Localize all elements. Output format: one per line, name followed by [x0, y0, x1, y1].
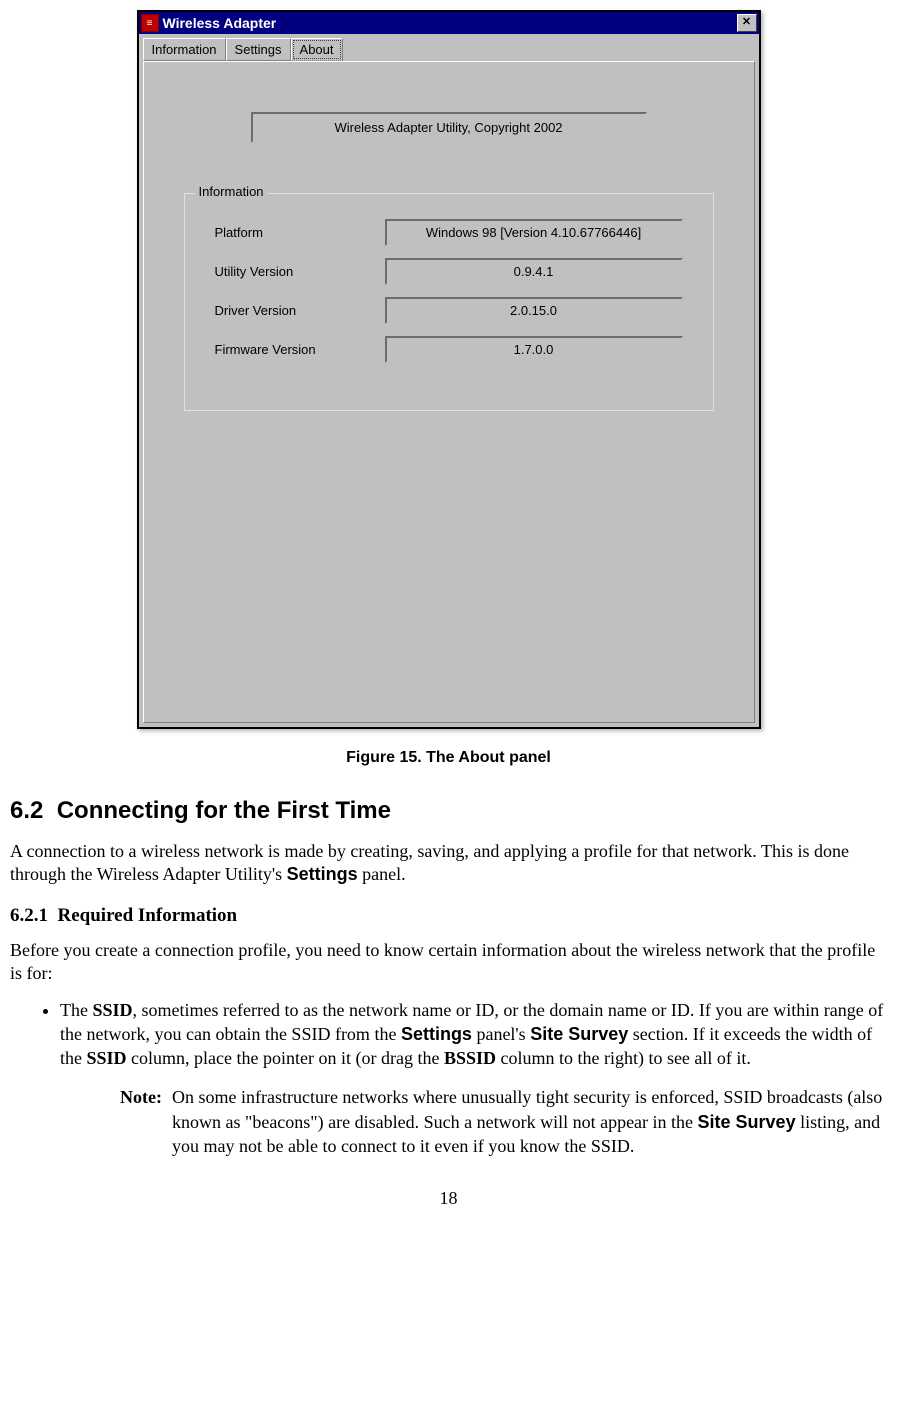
info-row-platform: Platform Windows 98 [Version 4.10.677664…: [215, 219, 683, 246]
section-number: 6.2: [10, 797, 43, 824]
value-platform: Windows 98 [Version 4.10.67766446]: [385, 219, 683, 246]
app-icon: ≡: [141, 14, 159, 32]
section-title: Connecting for the First Time: [57, 797, 391, 824]
bold-settings: Settings: [287, 864, 358, 884]
titlebar: ≡ Wireless Adapter ✕: [139, 12, 759, 34]
info-row-driver: Driver Version 2.0.15.0: [215, 297, 683, 324]
close-button[interactable]: ✕: [737, 14, 757, 32]
value-firmware: 1.7.0.0: [385, 336, 683, 363]
label-driver: Driver Version: [215, 303, 385, 318]
copyright-text: Wireless Adapter Utility, Copyright 2002: [251, 112, 647, 143]
note-text: On some infrastructure networks where un…: [172, 1085, 887, 1158]
subsection-heading: 6.2.1 Required Information: [10, 905, 887, 927]
subsection-number: 6.2.1: [10, 905, 48, 926]
tab-about[interactable]: About: [291, 38, 343, 61]
note-block: Note: On some infrastructure networks wh…: [120, 1085, 887, 1158]
about-panel: Wireless Adapter Utility, Copyright 2002…: [143, 61, 755, 723]
window-title: Wireless Adapter: [163, 15, 737, 31]
note-label: Note:: [120, 1085, 162, 1158]
subsection-title: Required Information: [58, 905, 238, 926]
label-platform: Platform: [215, 225, 385, 240]
paragraph-2: Before you create a connection profile, …: [10, 939, 887, 986]
bullet-item-ssid: The SSID, sometimes referred to as the n…: [60, 998, 887, 1071]
tab-information[interactable]: Information: [143, 38, 226, 61]
section-heading: 6.2 Connecting for the First Time: [10, 797, 887, 825]
figure-caption: Figure 15. The About panel: [10, 749, 887, 767]
value-driver: 2.0.15.0: [385, 297, 683, 324]
info-row-firmware: Firmware Version 1.7.0.0: [215, 336, 683, 363]
page-number: 18: [10, 1188, 887, 1209]
information-groupbox: Information Platform Windows 98 [Version…: [184, 193, 714, 411]
dialog-window: ≡ Wireless Adapter ✕ Information Setting…: [137, 10, 761, 729]
tab-bar: Information Settings About: [139, 34, 759, 61]
info-row-utility: Utility Version 0.9.4.1: [215, 258, 683, 285]
label-firmware: Firmware Version: [215, 342, 385, 357]
paragraph-1: A connection to a wireless network is ma…: [10, 840, 887, 887]
bullet-list: The SSID, sometimes referred to as the n…: [10, 998, 887, 1071]
tab-settings[interactable]: Settings: [226, 38, 291, 61]
groupbox-title: Information: [195, 184, 268, 199]
label-utility: Utility Version: [215, 264, 385, 279]
value-utility: 0.9.4.1: [385, 258, 683, 285]
